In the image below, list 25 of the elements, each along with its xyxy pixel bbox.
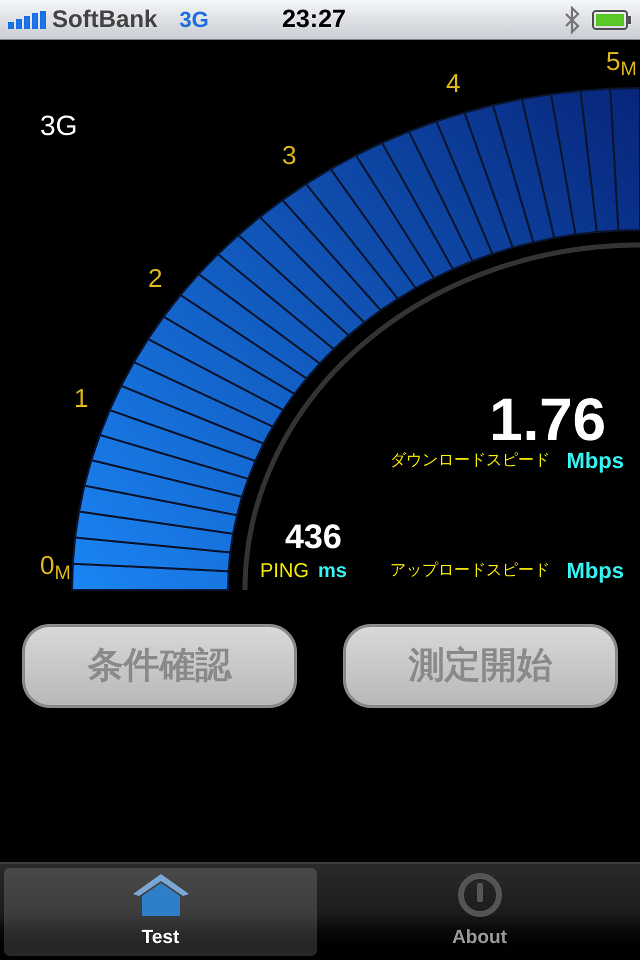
download-unit: Mbps [566,450,624,472]
download-label: ダウンロードスピード [390,453,550,469]
scale-label: 4 [446,70,460,96]
upload-label: アップロードスピード [390,563,550,579]
upload-unit: Mbps [566,560,624,582]
network-label: 3G [40,112,78,140]
clock: 23:27 [282,4,346,35]
scale-label: 3 [282,142,296,168]
scale-label: 1 [74,385,88,411]
signal-icon [8,10,48,28]
tab[interactable]: About [323,868,636,956]
ping-label: PING [260,561,309,581]
scale-label: 0$_{M}$ [40,552,71,578]
download-value: 1.76 [489,390,606,450]
network-type: 3G [179,6,209,34]
scale-label: 5$_{M}$ [606,48,637,74]
house-icon [130,872,190,918]
ping-unit: ms [318,561,347,581]
bluetooth-icon [564,6,580,34]
info-icon [456,872,502,918]
carrier-name: SoftBank [52,4,158,34]
tab[interactable]: Test [4,868,317,956]
battery-icon [592,10,632,30]
scale-label: 2 [148,265,162,291]
ping-value: 436 [285,520,342,554]
